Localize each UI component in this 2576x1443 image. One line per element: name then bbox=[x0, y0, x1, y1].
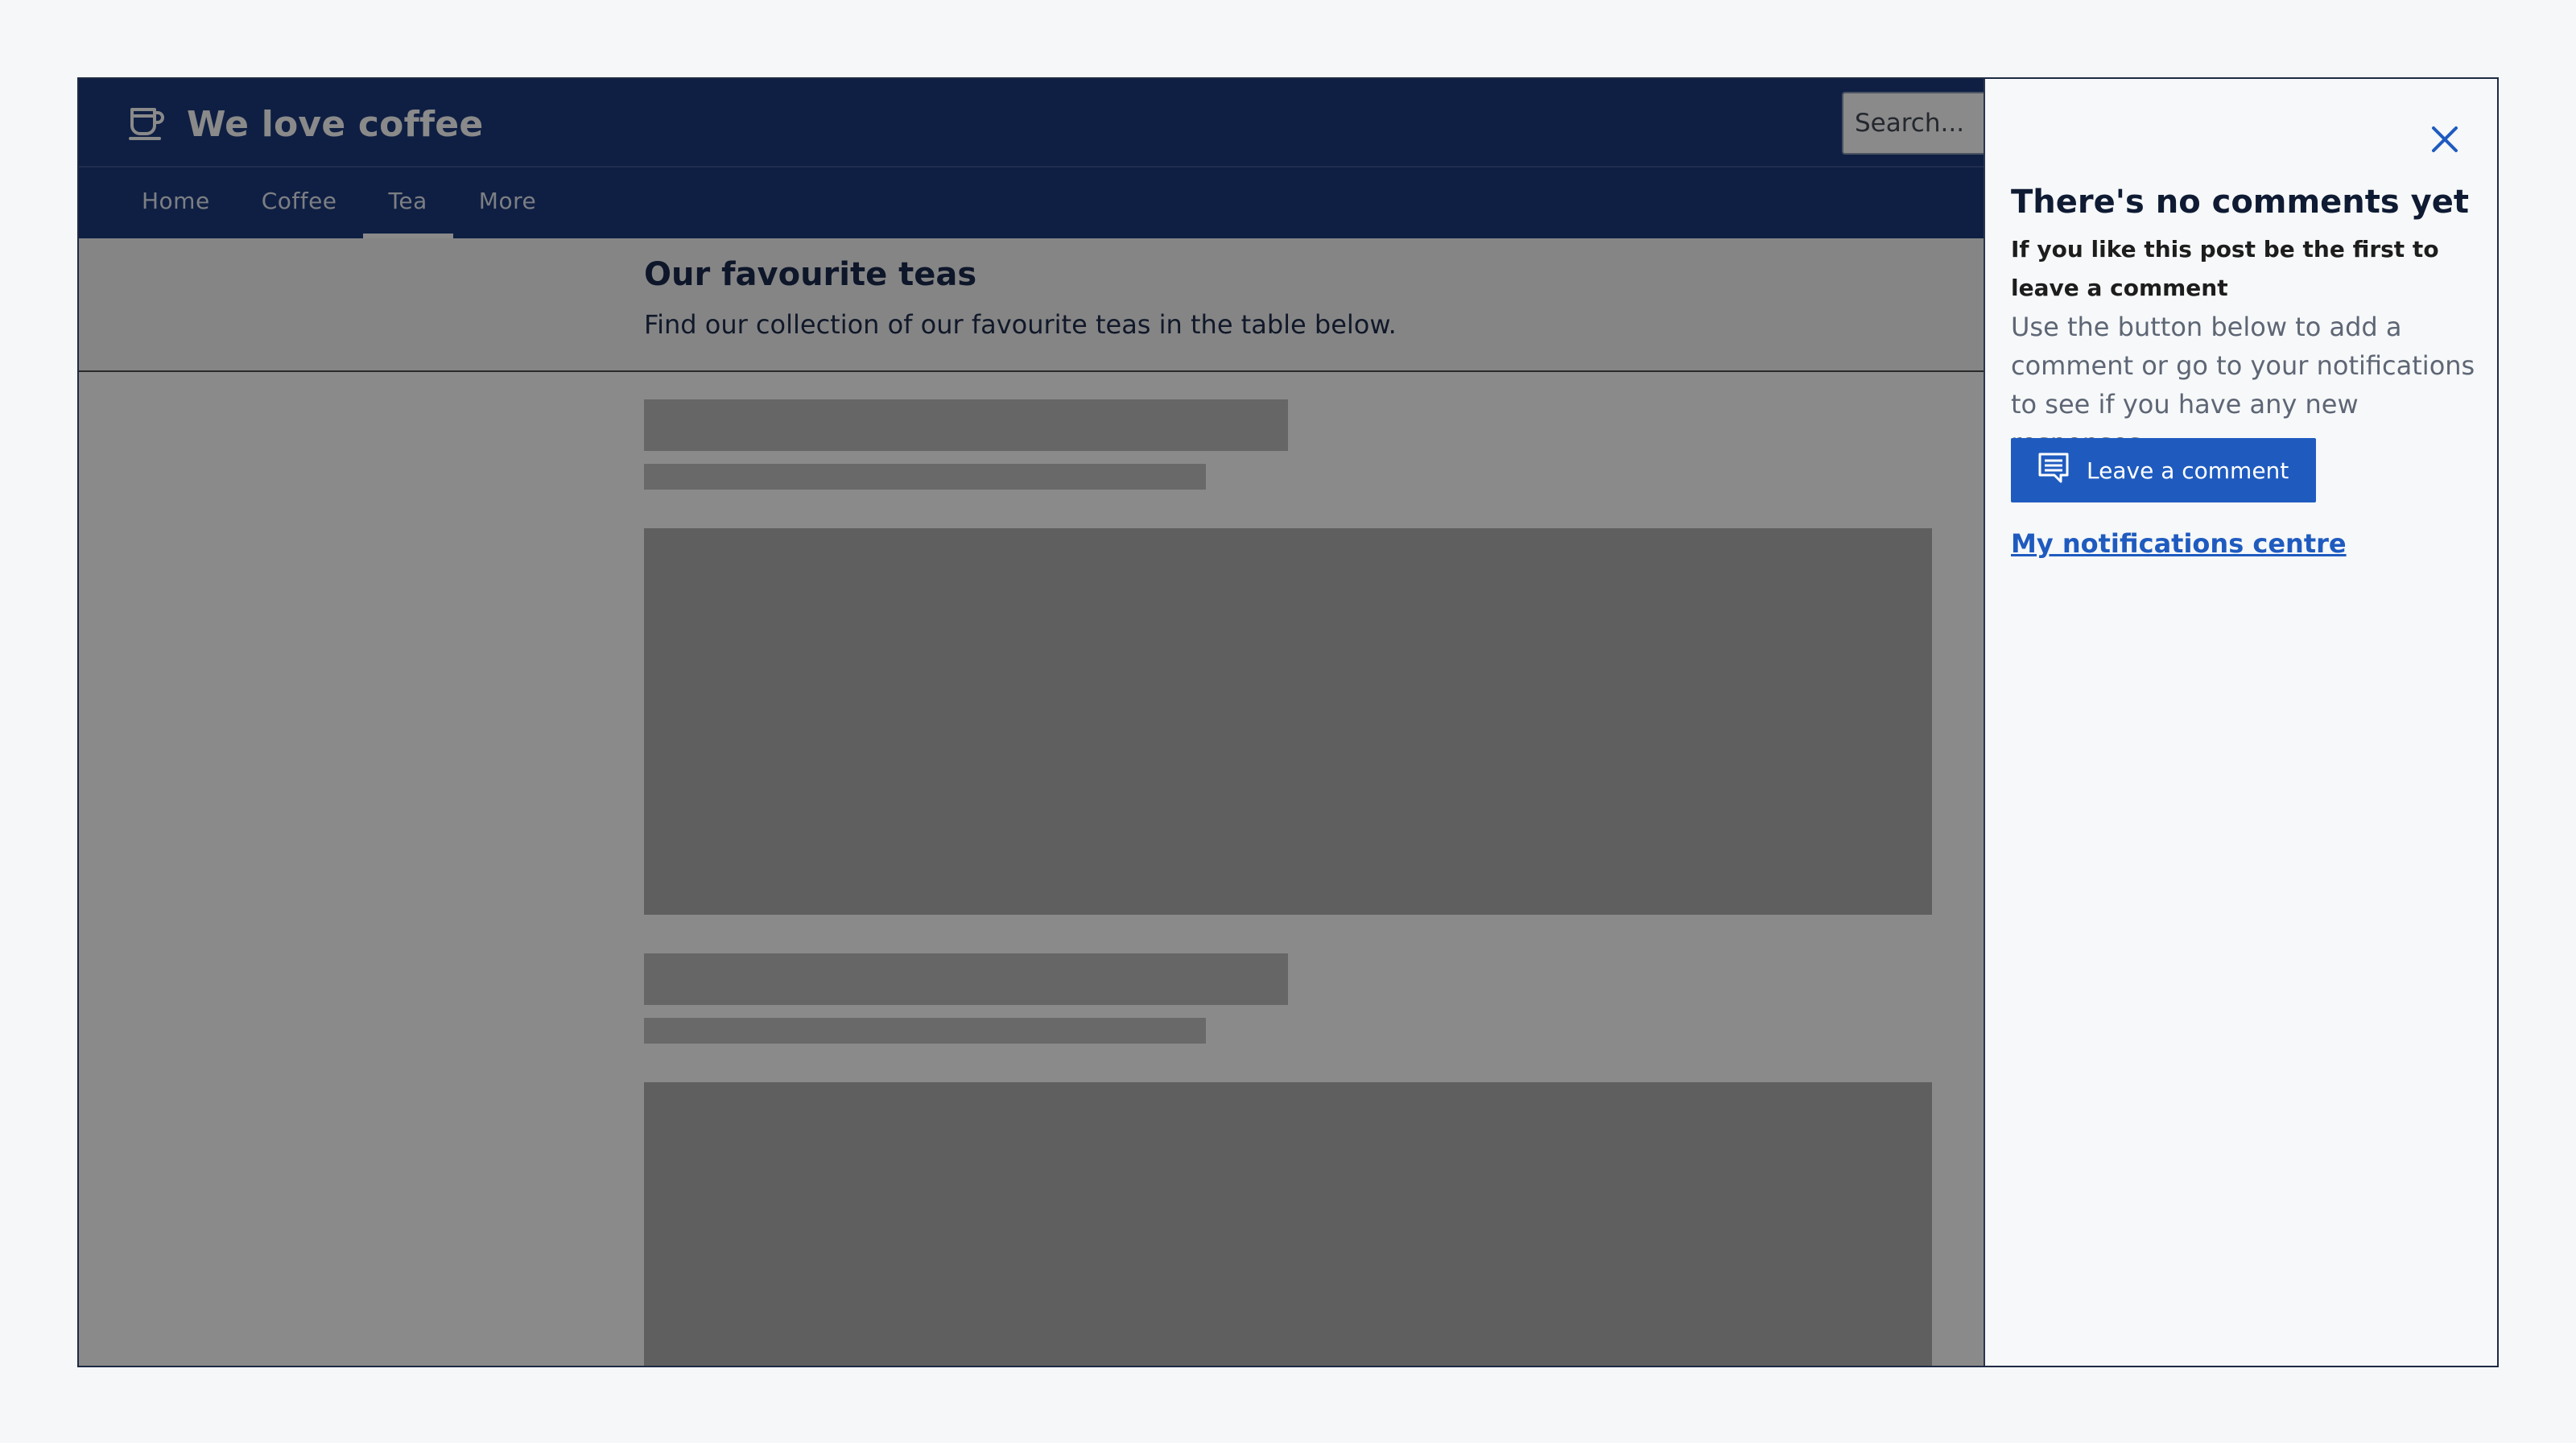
close-button[interactable] bbox=[2418, 114, 2471, 167]
close-icon bbox=[2429, 124, 2460, 158]
app-window: We love coffee Home Coffee Tea More Our … bbox=[77, 77, 2499, 1367]
leave-comment-label: Leave a comment bbox=[2087, 457, 2289, 484]
comment-icon bbox=[2037, 451, 2070, 490]
notifications-centre-link[interactable]: My notifications centre bbox=[2011, 528, 2347, 559]
modal-overlay[interactable] bbox=[79, 79, 1984, 1366]
leave-comment-button[interactable]: Leave a comment bbox=[2011, 438, 2317, 502]
panel-lead-text: If you like this post be the first to le… bbox=[2011, 236, 2439, 301]
panel-title: There's no comments yet bbox=[2011, 184, 2469, 221]
comments-panel: There's no comments yet If you like this… bbox=[1984, 79, 2497, 1366]
